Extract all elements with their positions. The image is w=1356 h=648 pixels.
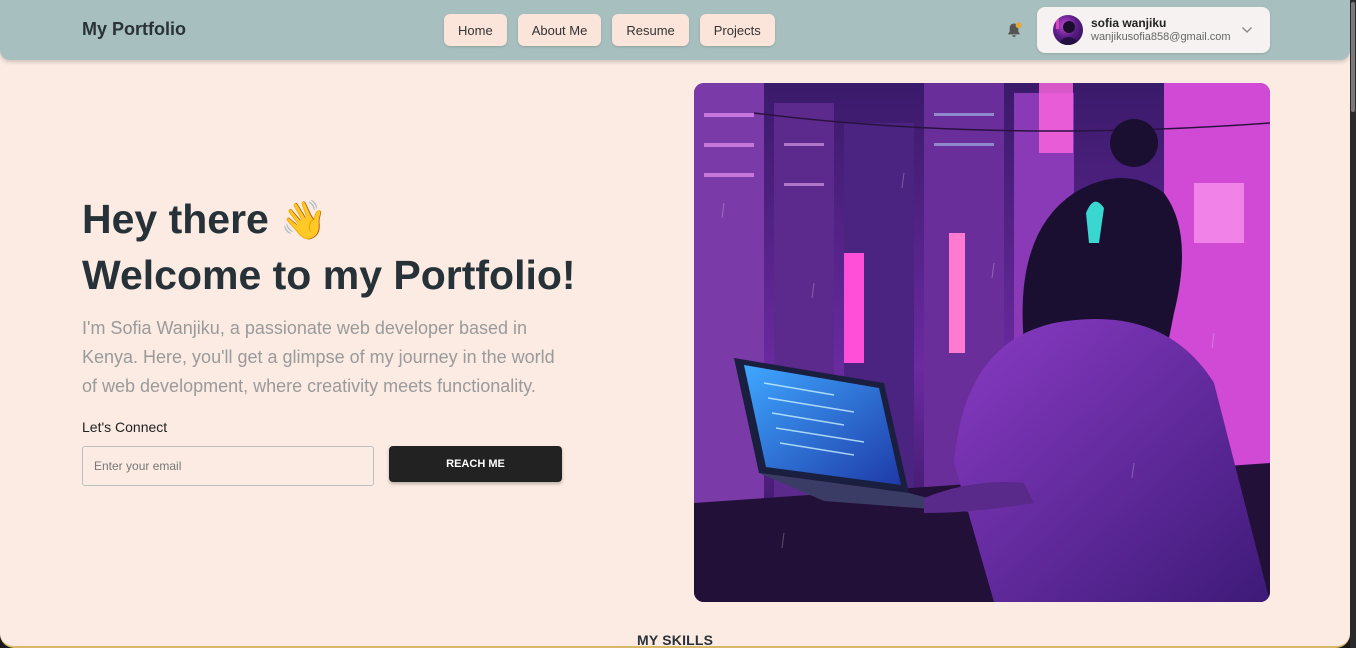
chevron-down-icon[interactable] xyxy=(1241,25,1253,35)
nav-home-button[interactable]: Home xyxy=(444,14,507,46)
page: My Portfolio Home About Me Resume Projec… xyxy=(0,0,1350,648)
hero-description: I'm Sofia Wanjiku, a passionate web deve… xyxy=(82,318,555,396)
hero-title: Welcome to my Portfolio! xyxy=(82,252,576,298)
reach-me-button[interactable]: REACH ME xyxy=(389,446,562,482)
email-input[interactable] xyxy=(82,446,374,486)
avatar xyxy=(1053,15,1083,45)
connect-label: Let's Connect xyxy=(82,419,168,435)
user-name: sofia wanjiku xyxy=(1091,16,1167,30)
brand-logo[interactable]: My Portfolio xyxy=(82,19,186,40)
nav-resume-button[interactable]: Resume xyxy=(612,14,689,46)
hero-heading: Hey there 👋 Welcome to my Portfolio! xyxy=(82,192,576,302)
nav-about-button[interactable]: About Me xyxy=(517,14,602,46)
user-profile-menu[interactable]: sofia wanjiku wanjikusofia858@gmail.com xyxy=(1037,7,1270,53)
hero-greeting: Hey there xyxy=(82,196,269,242)
user-email: wanjikusofia858@gmail.com xyxy=(1091,31,1231,43)
page-scrollbar[interactable] xyxy=(1350,0,1356,648)
bell-icon[interactable] xyxy=(1005,21,1023,39)
main-nav: Home About Me Resume Projects xyxy=(444,14,775,46)
skills-section-heading: MY SKILLS xyxy=(637,632,714,648)
top-navbar: My Portfolio Home About Me Resume Projec… xyxy=(0,0,1350,60)
scrollbar-thumb[interactable] xyxy=(1351,2,1355,112)
nav-projects-button[interactable]: Projects xyxy=(699,14,775,46)
hero-illustration xyxy=(694,83,1270,602)
waving-hand-icon: 👋 xyxy=(280,200,328,242)
